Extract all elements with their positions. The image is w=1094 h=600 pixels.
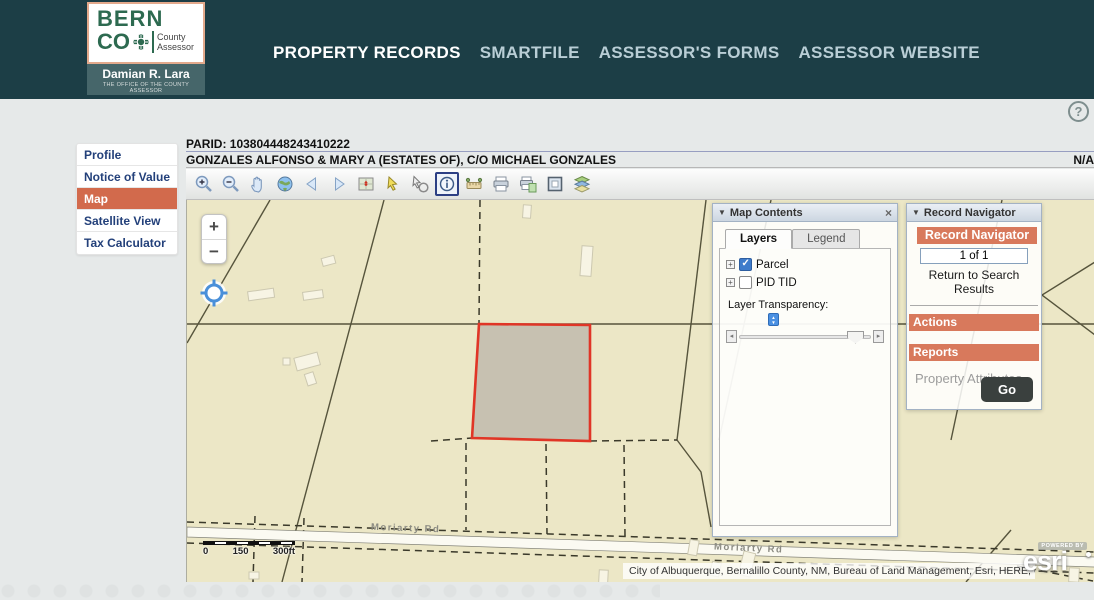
esri-logo-dot [1086,552,1091,557]
transparency-slider: ◂ ▸ [726,330,884,343]
parcel-id: PARID: 103804448243410222 [186,136,1094,152]
measure-icon[interactable] [462,172,486,196]
scale-end: 300ft [273,546,295,557]
clear-selection-icon[interactable] [408,172,432,196]
slider-handle[interactable] [847,331,864,344]
close-icon[interactable]: × [885,207,892,219]
divider [910,305,1038,306]
nav-smartfile[interactable]: SMARTFILE [480,43,580,63]
print-icon[interactable] [489,172,513,196]
pid-tid-layer-label: PID TID [756,277,797,289]
layer-transparency-label: Layer Transparency: [728,299,884,311]
tab-legend[interactable]: Legend [792,229,860,249]
slider-track[interactable] [739,335,871,339]
map-contents-tabs: Layers Legend [725,229,891,249]
reports-section-bar[interactable]: Reports [909,344,1039,361]
map-toolbar [186,169,1094,200]
expand-icon[interactable]: + [726,260,735,269]
full-extent-globe-icon[interactable] [273,172,297,196]
return-to-search-results-link[interactable]: Return to Search Results [907,268,1041,296]
zoom-out-icon[interactable] [219,172,243,196]
sidebar-menu: Profile Notice of Value Map Satellite Vi… [76,143,178,255]
assessor-name: Damian R. Lara [87,67,205,81]
selected-parcel-highlight[interactable] [472,324,590,441]
actions-section-bar[interactable]: Actions [909,314,1039,331]
slider-right-arrow-icon[interactable]: ▸ [873,330,884,343]
identify-info-icon[interactable] [435,172,459,196]
sidebar-item-profile[interactable]: Profile [77,144,177,166]
record-position-input[interactable] [920,248,1028,264]
help-icon[interactable]: ? [1068,101,1089,122]
logo-card: BERN CO CountyAssessor [87,2,205,64]
record-navigator-banner: Record Navigator [917,227,1037,244]
layers-icon[interactable] [570,172,594,196]
nav-assessor-website[interactable]: ASSESSOR WEBSITE [798,43,979,63]
collapse-caret-icon[interactable]: ▼ [912,208,920,217]
logo-text-bern: BERN [97,8,197,30]
sidebar-item-map[interactable]: Map [77,188,177,210]
map-contents-titlebar[interactable]: ▼ Map Contents × [713,204,897,222]
record-navigator-panel: ▼ Record Navigator Record Navigator Retu… [906,203,1042,410]
map-zoom-in-button[interactable]: + [202,215,226,239]
record-status-value: N/A [1073,152,1094,167]
map-attribution: City of Albuquerque, Bernalillo County, … [623,563,1035,579]
nav-assessors-forms[interactable]: ASSESSOR'S FORMS [599,43,780,63]
sidebar-item-notice-of-value[interactable]: Notice of Value [77,166,177,188]
slider-left-arrow-icon[interactable]: ◂ [726,330,737,343]
scale-zero: 0 [203,546,208,557]
map-contents-title: Map Contents [730,207,803,219]
logo-text-county-assessor: CountyAssessor [157,32,194,52]
print-map-series-icon[interactable] [516,172,540,196]
decorative-dot-pattern [0,582,660,600]
owner-name: GONZALES ALFONSO & MARY A (ESTATES OF), … [186,152,616,167]
bernco-assessor-logo[interactable]: BERN CO CountyAssessor Damian R. Lara TH… [87,2,205,95]
expand-icon[interactable]: + [726,278,735,287]
pan-hand-icon[interactable] [246,172,270,196]
record-navigator-titlebar[interactable]: ▼ Record Navigator [907,204,1041,222]
app-header: BERN CO CountyAssessor Damian R. Lara TH… [0,0,1094,99]
previous-extent-icon[interactable] [300,172,324,196]
esri-logo: POWERED BY esri [1021,542,1093,582]
map-zoom-out-button[interactable]: − [202,240,226,264]
parcel-map-canvas[interactable]: Moriarty Rd Moriarty Rd + − 0 150 300ft … [186,200,1094,582]
logo-name-band: Damian R. Lara THE OFFICE OF THE COUNTY … [87,64,205,95]
full-screen-icon[interactable] [543,172,567,196]
scale-bar: 0 150 300ft [203,541,295,557]
layers-tab-content: + Parcel + PID TID Layer Transparency: ▲… [719,248,891,526]
record-navigator-title: Record Navigator [924,207,1016,219]
layer-row-pid-tid: + PID TID [726,276,884,289]
record-header: PARID: 103804448243410222 GONZALES ALFON… [186,136,1094,168]
go-button[interactable]: Go [981,377,1033,402]
pid-tid-layer-checkbox[interactable] [739,276,752,289]
map-contents-panel: ▼ Map Contents × Layers Legend + Parcel … [712,203,898,537]
parcel-layer-checkbox[interactable] [739,258,752,271]
esri-brand: esri [1023,546,1067,577]
scale-bar-strip [203,541,295,545]
logo-text-co: CO [97,31,130,53]
next-extent-icon[interactable] [327,172,351,196]
tab-layers[interactable]: Layers [725,229,792,249]
transparency-spinner[interactable]: ▲▼ [768,313,779,326]
zoom-in-icon[interactable] [192,172,216,196]
top-navigation: PROPERTY RECORDS SMARTFILE ASSESSOR'S FO… [273,43,980,63]
nav-property-records[interactable]: PROPERTY RECORDS [273,43,461,63]
select-pointer-icon[interactable] [381,172,405,196]
overview-map-icon[interactable] [354,172,378,196]
sidebar-item-tax-calculator[interactable]: Tax Calculator [77,232,177,254]
layer-row-parcel: + Parcel [726,258,884,271]
map-zoom-control: + − [201,214,227,264]
sidebar-item-satellite-view[interactable]: Satellite View [77,210,177,232]
logo-divider [152,31,154,53]
zia-sun-icon [133,34,149,50]
collapse-caret-icon[interactable]: ▼ [718,208,726,217]
assessor-office-tagline: THE OFFICE OF THE COUNTY ASSESSOR [87,82,205,94]
scale-mid: 150 [233,546,249,557]
parcel-layer-label: Parcel [756,259,789,271]
my-location-icon[interactable] [200,279,228,307]
